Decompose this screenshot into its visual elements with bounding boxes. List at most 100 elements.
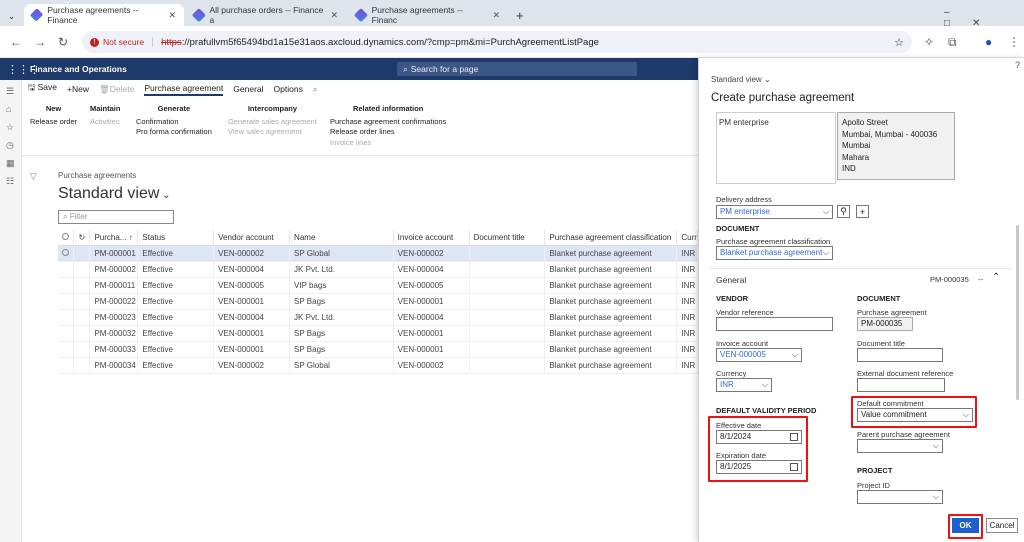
view-selector[interactable]: Standard view ⌄ <box>711 75 771 84</box>
release-order-lines-button[interactable]: Release order lines <box>330 127 446 138</box>
favorites-star-icon[interactable]: ☆ <box>6 122 14 133</box>
vendor-reference-input[interactable] <box>716 317 833 331</box>
invoice-account-link[interactable]: VEN-000001 <box>393 341 470 358</box>
reload-icon[interactable]: ↻ <box>58 35 68 49</box>
currency-link[interactable]: INR <box>676 341 698 358</box>
agreement-id-link[interactable]: PM-000022 <box>89 293 139 310</box>
default-commitment-select[interactable]: Value commitment ⌵ <box>857 408 973 422</box>
refresh-icon[interactable]: ↻ <box>73 230 91 246</box>
classification-link[interactable]: Blanket purchase agreement <box>544 245 678 262</box>
agreement-id-link[interactable]: PM-000002 <box>89 261 139 278</box>
currency-link[interactable]: INR <box>676 357 698 374</box>
table-row[interactable]: PM-000034 Effective VEN-000002 SP Global VEN… <box>58 357 698 374</box>
extension-icon[interactable]: ✧ <box>924 35 934 49</box>
agreement-id-link[interactable]: PM-000032 <box>89 325 139 342</box>
release-order-button[interactable]: Release order <box>30 117 77 128</box>
browser-tab-3[interactable]: Purchase agreements -- Financ ✕ <box>348 4 508 26</box>
close-icon[interactable]: ✕ <box>330 10 338 21</box>
close-icon[interactable]: ✕ <box>168 10 176 21</box>
confirmation-button[interactable]: Confirmation <box>136 117 212 128</box>
table-row[interactable]: PM-000023 Effective VEN-000004 JK Pvt. Ltd.… <box>58 309 698 326</box>
panel-scrollbar[interactable] <box>1016 225 1019 400</box>
table-row[interactable]: PM-000032 Effective VEN-000001 SP Bags VEN-0… <box>58 325 698 342</box>
tab-general[interactable]: General <box>233 84 263 94</box>
currency-link[interactable]: INR <box>676 261 698 278</box>
table-row[interactable]: PM-000011 Effective VEN-000005 VIP bags VEN-… <box>58 277 698 294</box>
currency-link[interactable]: INR <box>676 309 698 326</box>
currency-select[interactable]: INR ⌵ <box>716 378 772 392</box>
parent-agreement-select[interactable]: ⌵ <box>857 439 943 453</box>
vendor-account-link[interactable]: VEN-000005 <box>213 277 291 294</box>
row-select-radio[interactable] <box>58 261 75 278</box>
recent-clock-icon[interactable]: ◷ <box>6 140 14 151</box>
project-id-select[interactable]: ⌵ <box>857 490 943 504</box>
currency-link[interactable]: INR <box>676 325 698 342</box>
vendor-account-link[interactable]: VEN-000001 <box>213 293 291 310</box>
menu-kebab-icon[interactable]: ⋮ <box>1008 35 1020 49</box>
agreement-id-link[interactable]: PM-000011 <box>89 277 139 294</box>
column-header[interactable]: Vendor account <box>213 230 291 246</box>
workspaces-icon[interactable]: ▦ <box>6 158 15 169</box>
classification-select[interactable]: Blanket purchase agreement ⌵ <box>716 246 833 260</box>
page-search-input[interactable]: ⌕ Search for a page <box>397 62 637 76</box>
table-row[interactable]: PM-000022 Effective VEN-000001 SP Bags VEN-0… <box>58 293 698 310</box>
view-selector[interactable]: Standard view ⌄ <box>58 185 171 203</box>
classification-link[interactable]: Blanket purchase agreement <box>544 277 678 294</box>
filter-input[interactable]: ⌕ Filter <box>58 210 174 224</box>
tab-purchase-agreement[interactable]: Purchase agreement <box>144 83 224 96</box>
modules-list-icon[interactable]: ☷ <box>6 176 14 187</box>
invoice-account-link[interactable]: VEN-000002 <box>393 245 470 262</box>
row-select-radio[interactable] <box>58 357 75 374</box>
cancel-button[interactable]: Cancel <box>986 518 1018 533</box>
row-select-radio[interactable] <box>58 309 75 326</box>
vendor-account-link[interactable]: VEN-000004 <box>213 261 291 278</box>
save-button[interactable]: 🖫 Save <box>28 82 57 96</box>
table-row[interactable]: PM-000001 Effective VEN-000002 SP Global VEN… <box>58 245 698 262</box>
external-reference-input[interactable] <box>857 378 945 392</box>
classification-link[interactable]: Blanket purchase agreement <box>544 293 678 310</box>
security-indicator[interactable]: ! Not secure <box>90 37 154 47</box>
currency-link[interactable]: INR <box>676 245 698 262</box>
pro-forma-button[interactable]: Pro forma confirmation <box>136 127 212 138</box>
tab-options[interactable]: Options <box>274 84 303 94</box>
currency-link[interactable]: INR <box>676 277 698 294</box>
classification-link[interactable]: Blanket purchase agreement <box>544 261 678 278</box>
ok-button[interactable]: OK <box>952 518 979 533</box>
forward-arrow-icon[interactable]: → <box>34 35 46 49</box>
hamburger-icon[interactable]: ☰ <box>6 86 14 97</box>
invoice-account-link[interactable]: VEN-000001 <box>393 293 470 310</box>
classification-link[interactable]: Blanket purchase agreement <box>544 325 678 342</box>
filter-funnel-icon[interactable]: ▽ <box>30 171 37 182</box>
effective-date-input[interactable]: 8/1/2024 <box>716 430 802 444</box>
column-header[interactable]: Purchase agreement classification <box>544 230 678 246</box>
classification-link[interactable]: Blanket purchase agreement <box>544 309 678 326</box>
back-arrow-icon[interactable]: ← <box>10 35 22 49</box>
browser-tab-2[interactable]: All purchase orders -- Finance a ✕ <box>186 4 346 26</box>
activities-button[interactable]: Activities <box>90 117 120 128</box>
column-header[interactable]: Status <box>137 230 215 246</box>
calendar-icon[interactable] <box>790 433 798 441</box>
vendor-account-link[interactable]: VEN-000001 <box>213 325 291 342</box>
currency-link[interactable]: INR <box>676 293 698 310</box>
agreement-id-link[interactable]: PM-000034 <box>89 357 139 374</box>
column-header[interactable]: Purcha... ↑ <box>89 230 139 246</box>
app-title[interactable]: Finance and Operations <box>30 64 127 74</box>
row-select-radio[interactable] <box>58 277 75 294</box>
delivery-address-select[interactable]: PM enterprise ⌵ <box>716 205 833 219</box>
agreement-id-link[interactable]: PM-000001 <box>89 245 139 262</box>
new-button[interactable]: +New <box>67 84 89 94</box>
pa-confirmations-button[interactable]: Purchase agreement confirmations <box>330 117 446 128</box>
invoice-account-link[interactable]: VEN-000004 <box>393 261 470 278</box>
url-field[interactable]: ! Not secure https ://prafullvm5f65494bd… <box>82 31 912 53</box>
table-row[interactable]: PM-000002 Effective VEN-000004 JK Pvt. Ltd.… <box>58 261 698 278</box>
vendor-account-link[interactable]: VEN-000004 <box>213 309 291 326</box>
column-header[interactable]: Name <box>289 230 394 246</box>
column-header[interactable]: Invoice account <box>393 230 470 246</box>
generate-sales-agreement-button[interactable]: Generate sales agreement <box>228 117 317 128</box>
chevron-up-icon[interactable]: ⌃ <box>992 272 1000 283</box>
agreement-id-link[interactable]: PM-000023 <box>89 309 139 326</box>
invoice-account-link[interactable]: VEN-000005 <box>393 277 470 294</box>
bookmark-star-icon[interactable]: ☆ <box>894 36 904 49</box>
puzzle-icon[interactable]: ⧉ <box>948 35 957 50</box>
delete-button[interactable]: 🗑Delete <box>99 84 134 95</box>
